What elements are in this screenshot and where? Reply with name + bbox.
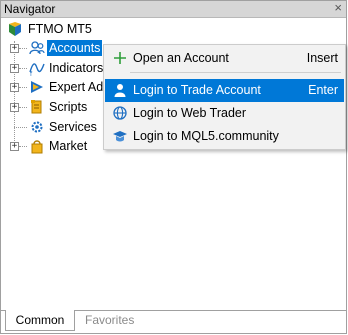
mql5-cap-icon bbox=[113, 131, 127, 142]
menu-item-label: Login to Trade Account bbox=[133, 83, 261, 97]
market-icon bbox=[31, 140, 43, 154]
tree-item-accounts[interactable]: Accounts bbox=[47, 40, 103, 56]
menu-item-shortcut: Insert bbox=[306, 51, 338, 65]
scripts-icon bbox=[31, 100, 42, 114]
indicators-icon: f bbox=[29, 63, 45, 76]
menu-item-login-web-trader[interactable]: Login to Web Trader bbox=[105, 102, 344, 125]
menu-item-label: Login to MQL5.community bbox=[133, 129, 279, 143]
tree-branch bbox=[19, 48, 27, 49]
tree-branch bbox=[19, 68, 27, 69]
menu-separator bbox=[130, 72, 341, 73]
tree-branch bbox=[19, 87, 27, 88]
tree-item-market[interactable]: Market bbox=[49, 139, 87, 153]
tab-favorites[interactable]: Favorites bbox=[85, 310, 134, 330]
tree-item-services[interactable]: Services bbox=[49, 120, 97, 134]
expand-experts-icon[interactable]: + bbox=[10, 83, 19, 92]
expand-scripts-icon[interactable]: + bbox=[10, 103, 19, 112]
tree-root[interactable]: FTMO MT5 bbox=[7, 20, 92, 38]
tree-item-expert-advisors[interactable]: Expert Adv bbox=[49, 80, 109, 94]
expand-indicators-icon[interactable]: + bbox=[10, 64, 19, 73]
expert-advisors-icon bbox=[31, 81, 43, 93]
tree-branch bbox=[19, 107, 27, 108]
tab-common[interactable]: Common bbox=[5, 310, 75, 331]
expand-accounts-icon[interactable]: + bbox=[10, 44, 19, 53]
accounts-icon bbox=[29, 41, 45, 55]
tree-branch bbox=[14, 127, 27, 128]
expand-market-icon[interactable]: + bbox=[10, 142, 19, 151]
tree-item-scripts[interactable]: Scripts bbox=[49, 100, 87, 114]
close-icon[interactable]: × bbox=[334, 0, 342, 15]
tree-branch bbox=[19, 146, 27, 147]
menu-item-label: Login to Web Trader bbox=[133, 106, 247, 120]
navigator-titlebar: Navigator × bbox=[1, 0, 346, 18]
menu-item-open-account[interactable]: Open an Account Insert bbox=[105, 47, 344, 70]
svg-text:f: f bbox=[30, 71, 33, 76]
plus-icon bbox=[114, 52, 126, 64]
navigator-tabs: Common Favorites bbox=[1, 310, 346, 333]
menu-item-login-trade-account[interactable]: Login to Trade Account Enter bbox=[105, 79, 344, 102]
user-icon bbox=[114, 84, 126, 97]
menu-item-shortcut: Enter bbox=[308, 83, 338, 97]
terminal-logo-icon bbox=[9, 22, 21, 36]
globe-icon bbox=[113, 106, 127, 120]
services-icon bbox=[31, 121, 43, 133]
menu-item-label: Open an Account bbox=[133, 51, 229, 65]
menu-item-login-mql5[interactable]: Login to MQL5.community bbox=[105, 125, 344, 148]
accounts-context-menu: Open an Account Insert Login to Trade Ac… bbox=[103, 44, 346, 150]
tree-root-label: FTMO MT5 bbox=[28, 22, 92, 36]
tree-item-indicators[interactable]: Indicators bbox=[49, 61, 103, 75]
tree-line bbox=[14, 41, 15, 149]
navigator-title: Navigator bbox=[4, 2, 56, 16]
